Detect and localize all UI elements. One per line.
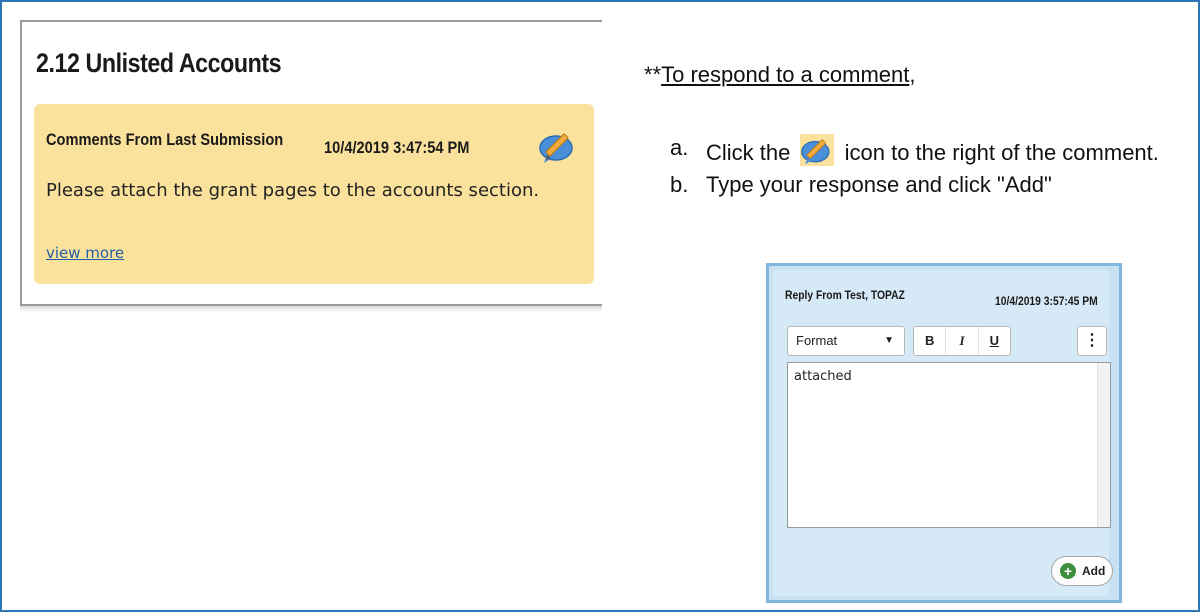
step-a-after: icon to the right of the comment.	[844, 140, 1159, 165]
instructions-heading: **To respond to a comment,	[644, 62, 916, 88]
add-label: Add	[1082, 564, 1106, 578]
format-label: Format	[796, 333, 838, 348]
reply-panel: Reply From Test, TOPAZ 10/4/2019 3:57:45…	[773, 270, 1113, 596]
step-b-text: Type your response and click "Add"	[706, 172, 1052, 197]
editor-scrollbar[interactable]	[1097, 363, 1110, 527]
view-more-link[interactable]: view more	[46, 244, 124, 262]
reply-date: 10/4/2019 3:57:45 PM	[995, 294, 1098, 308]
underline-button[interactable]: U	[979, 327, 1010, 355]
comment-screenshot: 2.12 Unlisted Accounts Comments From Las…	[20, 20, 602, 312]
step-letter: a.	[670, 135, 689, 160]
heading-suffix: ,	[909, 62, 916, 87]
reply-editor[interactable]: attached	[787, 362, 1111, 528]
bold-button[interactable]: B	[914, 327, 947, 355]
plus-icon: +	[1060, 563, 1076, 579]
add-button[interactable]: + Add	[1051, 556, 1113, 586]
text-style-group: B I U	[913, 326, 1011, 356]
heading-text: To respond to a comment	[661, 62, 910, 87]
edit-reply-icon	[800, 134, 835, 166]
comment-body: Please attach the grant pages to the acc…	[46, 180, 540, 201]
step-b: b. Type your response and click "Add"	[670, 171, 1190, 199]
step-a: a. Click the icon to the right of the co…	[670, 134, 1190, 167]
format-dropdown[interactable]: Format ▼	[787, 326, 905, 356]
editor-text: attached	[794, 369, 852, 384]
italic-button[interactable]: I	[946, 327, 979, 355]
comment-header: Comments From Last Submission	[46, 130, 284, 149]
step-letter: b.	[670, 172, 689, 197]
comment-date: 10/4/2019 3:47:54 PM	[324, 138, 470, 157]
step-a-before: Click the	[706, 140, 791, 165]
editor-toolbar: Format ▼ B I U ⋮	[787, 326, 1107, 356]
more-options-button[interactable]: ⋮	[1077, 326, 1107, 356]
comment-box: Comments From Last Submission 10/4/2019 …	[34, 104, 594, 284]
instruction-frame: 2.12 Unlisted Accounts Comments From Las…	[0, 0, 1200, 612]
instruction-steps: a. Click the icon to the right of the co…	[670, 134, 1190, 203]
caret-down-icon: ▼	[884, 335, 894, 346]
reply-screenshot: Reply From Test, TOPAZ 10/4/2019 3:57:45…	[766, 263, 1122, 603]
reply-header: Reply From Test, TOPAZ	[785, 288, 905, 302]
heading-prefix: **	[644, 62, 662, 87]
edit-reply-icon[interactable]	[538, 128, 578, 164]
divider	[20, 20, 602, 22]
section-title: 2.12 Unlisted Accounts	[36, 48, 282, 78]
